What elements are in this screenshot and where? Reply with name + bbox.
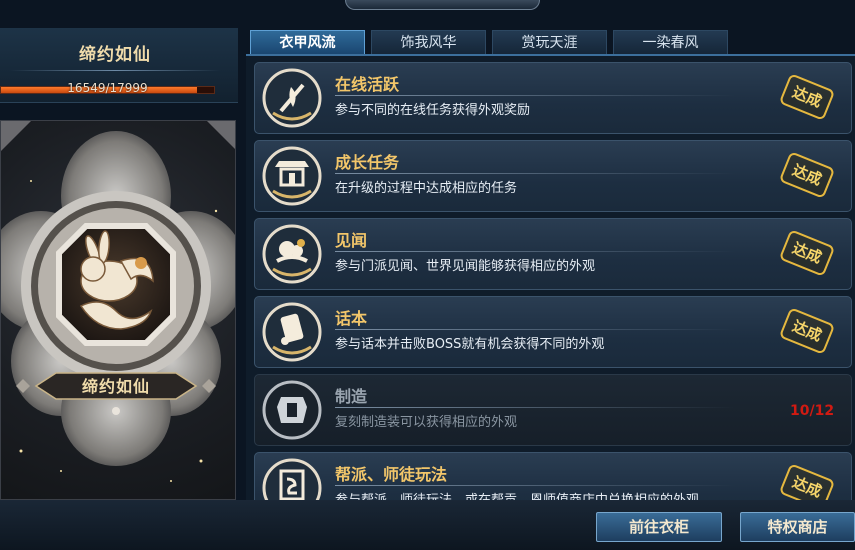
task-divider [335, 251, 735, 252]
task-title: 帮派、师徒玩法 [335, 465, 448, 484]
privilege-shop-button[interactable]: 特权商店 [740, 512, 855, 542]
task-divider [335, 95, 735, 96]
completed-badge: 达成 [778, 73, 836, 121]
task-title: 话本 [335, 309, 368, 328]
list-item[interactable]: 话本 参与话本并击败BOSS就有机会获得不同的外观 达成 [254, 296, 852, 368]
window-title-banner [345, 0, 540, 10]
task-description: 复刻制造装可以获得相应的外观 [335, 415, 518, 430]
task-description: 在升级的过程中达成相应的任务 [335, 181, 518, 196]
task-progress-count: 10/12 [790, 403, 835, 419]
task-title: 成长任务 [335, 153, 400, 172]
task-divider [335, 407, 735, 408]
category-tabs: 衣甲风流 饰我风华 赏玩天涯 一染春风 [250, 30, 728, 54]
collection-title: 缔约如仙 [79, 45, 151, 65]
task-description: 参与门派见闻、世界见闻能够获得相应的外观 [335, 259, 596, 274]
task-description: 参与话本并击败BOSS就有机会获得不同的外观 [335, 337, 605, 352]
pavilion-icon [262, 146, 322, 206]
bottom-action-bar [0, 500, 855, 550]
tab-accessories[interactable]: 饰我风华 [371, 30, 486, 54]
list-item[interactable]: 成长任务 在升级的过程中达成相应的任务 达成 [254, 140, 852, 212]
go-to-wardrobe-button[interactable]: 前往衣柜 [596, 512, 722, 542]
list-item[interactable]: 在线活跃 参与不同的在线任务获得外观奖励 达成 [254, 62, 852, 134]
cloud-teapot-icon [262, 224, 322, 284]
task-list[interactable]: 在线活跃 参与不同的在线任务获得外观奖励 达成 成长任务 在升级的过程中达成相应… [246, 54, 855, 500]
scroll-icon [262, 302, 322, 362]
completed-badge: 达成 [778, 463, 836, 500]
armor-icon [262, 380, 322, 440]
emblem-panel: 缔约如仙 [0, 120, 236, 500]
tab-dye[interactable]: 一染春风 [613, 30, 728, 54]
task-divider [335, 485, 735, 486]
list-item[interactable]: 见闻 参与门派见闻、世界见闻能够获得相应的外观 达成 [254, 218, 852, 290]
completed-badge: 达成 [778, 229, 836, 277]
flame-sword-icon [262, 68, 322, 128]
rabbit-emblem-icon [1, 121, 235, 482]
collection-summary-panel: 缔约如仙 16549/17999 [0, 28, 238, 103]
title-divider [10, 70, 220, 71]
tab-armor[interactable]: 衣甲风流 [250, 30, 365, 54]
collection-progress-text: 16549/17999 [67, 81, 148, 95]
tab-travel[interactable]: 赏玩天涯 [492, 30, 607, 54]
list-item[interactable]: 制造 复刻制造装可以获得相应的外观 10/12 [254, 374, 852, 446]
task-title: 制造 [335, 387, 368, 406]
task-title: 在线活跃 [335, 75, 400, 94]
task-divider [335, 329, 735, 330]
task-divider [335, 173, 735, 174]
list-item[interactable]: 帮派、师徒玩法 参与帮派、师徒玩法，或在帮贡、恩师值商店中兑换相应的外观 达成 [254, 452, 852, 500]
completed-badge: 达成 [778, 307, 836, 355]
banner-icon [262, 458, 322, 500]
completed-badge: 达成 [778, 151, 836, 199]
task-description: 参与不同的在线任务获得外观奖励 [335, 103, 531, 118]
emblem-label: 缔约如仙 [81, 377, 150, 396]
task-description: 参与帮派、师徒玩法，或在帮贡、恩师值商店中兑换相应的外观 [335, 489, 699, 500]
task-title: 见闻 [335, 231, 368, 250]
